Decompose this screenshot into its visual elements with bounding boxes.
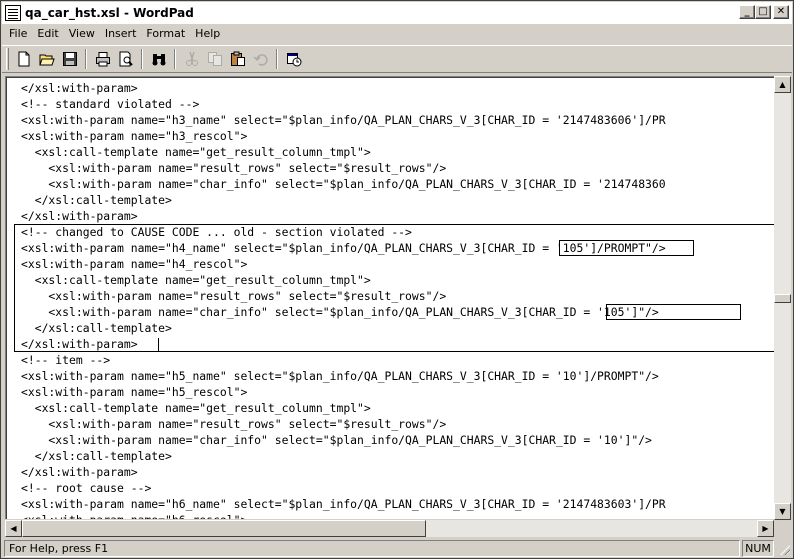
paste-button[interactable] — [226, 48, 249, 70]
scroll-down-button[interactable]: ▼ — [774, 503, 791, 520]
close-button[interactable]: ✕ — [773, 5, 789, 19]
code-line[interactable]: <!-- standard violated --> — [21, 96, 775, 112]
status-help-text: For Help, press F1 — [4, 540, 740, 557]
horizontal-scroll-thumb[interactable] — [22, 520, 426, 537]
copy-icon — [207, 52, 222, 66]
toolbar-separator — [276, 49, 278, 69]
code-line[interactable]: <!-- root cause --> — [21, 480, 775, 496]
menu-file[interactable]: File — [4, 27, 32, 40]
maximize-button[interactable]: □ — [755, 5, 771, 19]
code-line[interactable]: <xsl:call-template name="get_result_colu… — [21, 400, 775, 416]
insert-date-time-button[interactable] — [282, 48, 305, 70]
minimize-button[interactable]: _ — [739, 5, 755, 19]
arrow-right-icon: ▶ — [762, 523, 769, 533]
print-preview-button[interactable] — [114, 48, 137, 70]
scroll-left-button[interactable]: ◀ — [5, 520, 22, 537]
paste-icon — [230, 51, 245, 66]
window-controls: _ □ ✕ — [739, 5, 789, 19]
code-line[interactable]: </xsl:with-param> — [21, 464, 775, 480]
toolbar-separator — [85, 49, 87, 69]
code-line[interactable]: <xsl:call-template name="get_result_colu… — [21, 144, 775, 160]
new-button[interactable] — [12, 48, 35, 70]
title-bar[interactable]: qa_car_hst.xsl - WordPad _ □ ✕ — [2, 2, 792, 24]
menu-bar: File Edit View Insert Format Help — [2, 24, 792, 43]
code-line[interactable]: <xsl:with-param name="result_rows" selec… — [21, 160, 775, 176]
char-id-highlight-box — [559, 240, 694, 256]
text-cursor — [158, 338, 159, 352]
code-line[interactable]: <xsl:with-param name="result_rows" selec… — [21, 416, 775, 432]
code-line[interactable]: <xsl:with-param name="h3_name" select="$… — [21, 112, 775, 128]
code-line[interactable]: </xsl:call-template> — [21, 192, 775, 208]
code-line[interactable]: </xsl:call-template> — [21, 448, 775, 464]
arrow-down-icon: ▼ — [779, 506, 786, 516]
menu-format[interactable]: Format — [141, 27, 190, 40]
print-preview-icon — [119, 51, 133, 67]
print-button[interactable] — [91, 48, 114, 70]
copy-button[interactable] — [203, 48, 226, 70]
status-bar: For Help, press F1 NUM — [2, 539, 792, 558]
arrow-left-icon: ◀ — [10, 523, 17, 533]
scroll-right-button[interactable]: ▶ — [757, 520, 774, 537]
cut-button[interactable] — [180, 48, 203, 70]
open-folder-icon — [38, 54, 55, 66]
print-icon — [95, 52, 110, 67]
code-line[interactable]: <xsl:with-param name="h5_rescol"> — [21, 384, 775, 400]
open-button[interactable] — [35, 48, 58, 70]
undo-button[interactable] — [249, 48, 272, 70]
vertical-scrollbar[interactable]: ▲ ▼ — [774, 76, 791, 520]
code-line[interactable]: <xsl:with-param name="h3_rescol"> — [21, 128, 775, 144]
wordpad-app-icon[interactable] — [5, 5, 21, 21]
save-button[interactable] — [58, 48, 81, 70]
code-line[interactable]: </xsl:with-param> — [21, 80, 775, 96]
cut-scissors-icon — [185, 51, 198, 66]
insert-date-time-icon — [286, 53, 301, 67]
menu-help[interactable]: Help — [190, 27, 225, 40]
scroll-up-button[interactable]: ▲ — [774, 76, 791, 93]
vertical-scroll-thumb[interactable] — [774, 293, 791, 303]
save-disk-icon — [62, 52, 77, 66]
wordpad-window: qa_car_hst.xsl - WordPad _ □ ✕ File Edit… — [0, 0, 794, 559]
toolbar-separator — [141, 49, 143, 69]
new-document-icon — [18, 51, 29, 67]
num-lock-indicator: NUM — [742, 540, 774, 557]
find-button[interactable] — [147, 48, 170, 70]
document-editor[interactable]: </xsl:with-param> <!-- standard violated … — [5, 76, 775, 519]
code-line[interactable]: </xsl:with-param> — [21, 208, 775, 224]
toolbar-separator — [174, 49, 176, 69]
code-line[interactable]: <xsl:with-param name="char_info" select=… — [21, 176, 775, 192]
code-line[interactable]: <xsl:with-param name="h5_name" select="$… — [21, 368, 775, 384]
undo-icon — [252, 54, 268, 66]
char-id-highlight-box — [606, 304, 741, 320]
menu-edit[interactable]: Edit — [32, 27, 63, 40]
menu-view[interactable]: View — [64, 27, 100, 40]
toolbar-grip[interactable] — [6, 48, 9, 70]
resize-grip[interactable] — [776, 540, 792, 557]
code-line[interactable]: <xsl:with-param name="char_info" select=… — [21, 432, 775, 448]
arrow-up-icon: ▲ — [779, 79, 786, 89]
code-line[interactable]: <xsl:with-param name="h6_name" select="$… — [21, 496, 775, 512]
toolbar — [2, 45, 792, 73]
menu-insert[interactable]: Insert — [100, 27, 142, 40]
scrollbar-corner — [774, 520, 791, 537]
horizontal-scrollbar[interactable]: ◀ ▶ — [5, 520, 774, 537]
code-line[interactable]: <!-- item --> — [21, 352, 775, 368]
window-title: qa_car_hst.xsl - WordPad — [25, 6, 194, 20]
code-line[interactable]: <xsl:with-param name="h6_rescol"> — [21, 512, 775, 519]
find-binoculars-icon — [152, 54, 165, 66]
